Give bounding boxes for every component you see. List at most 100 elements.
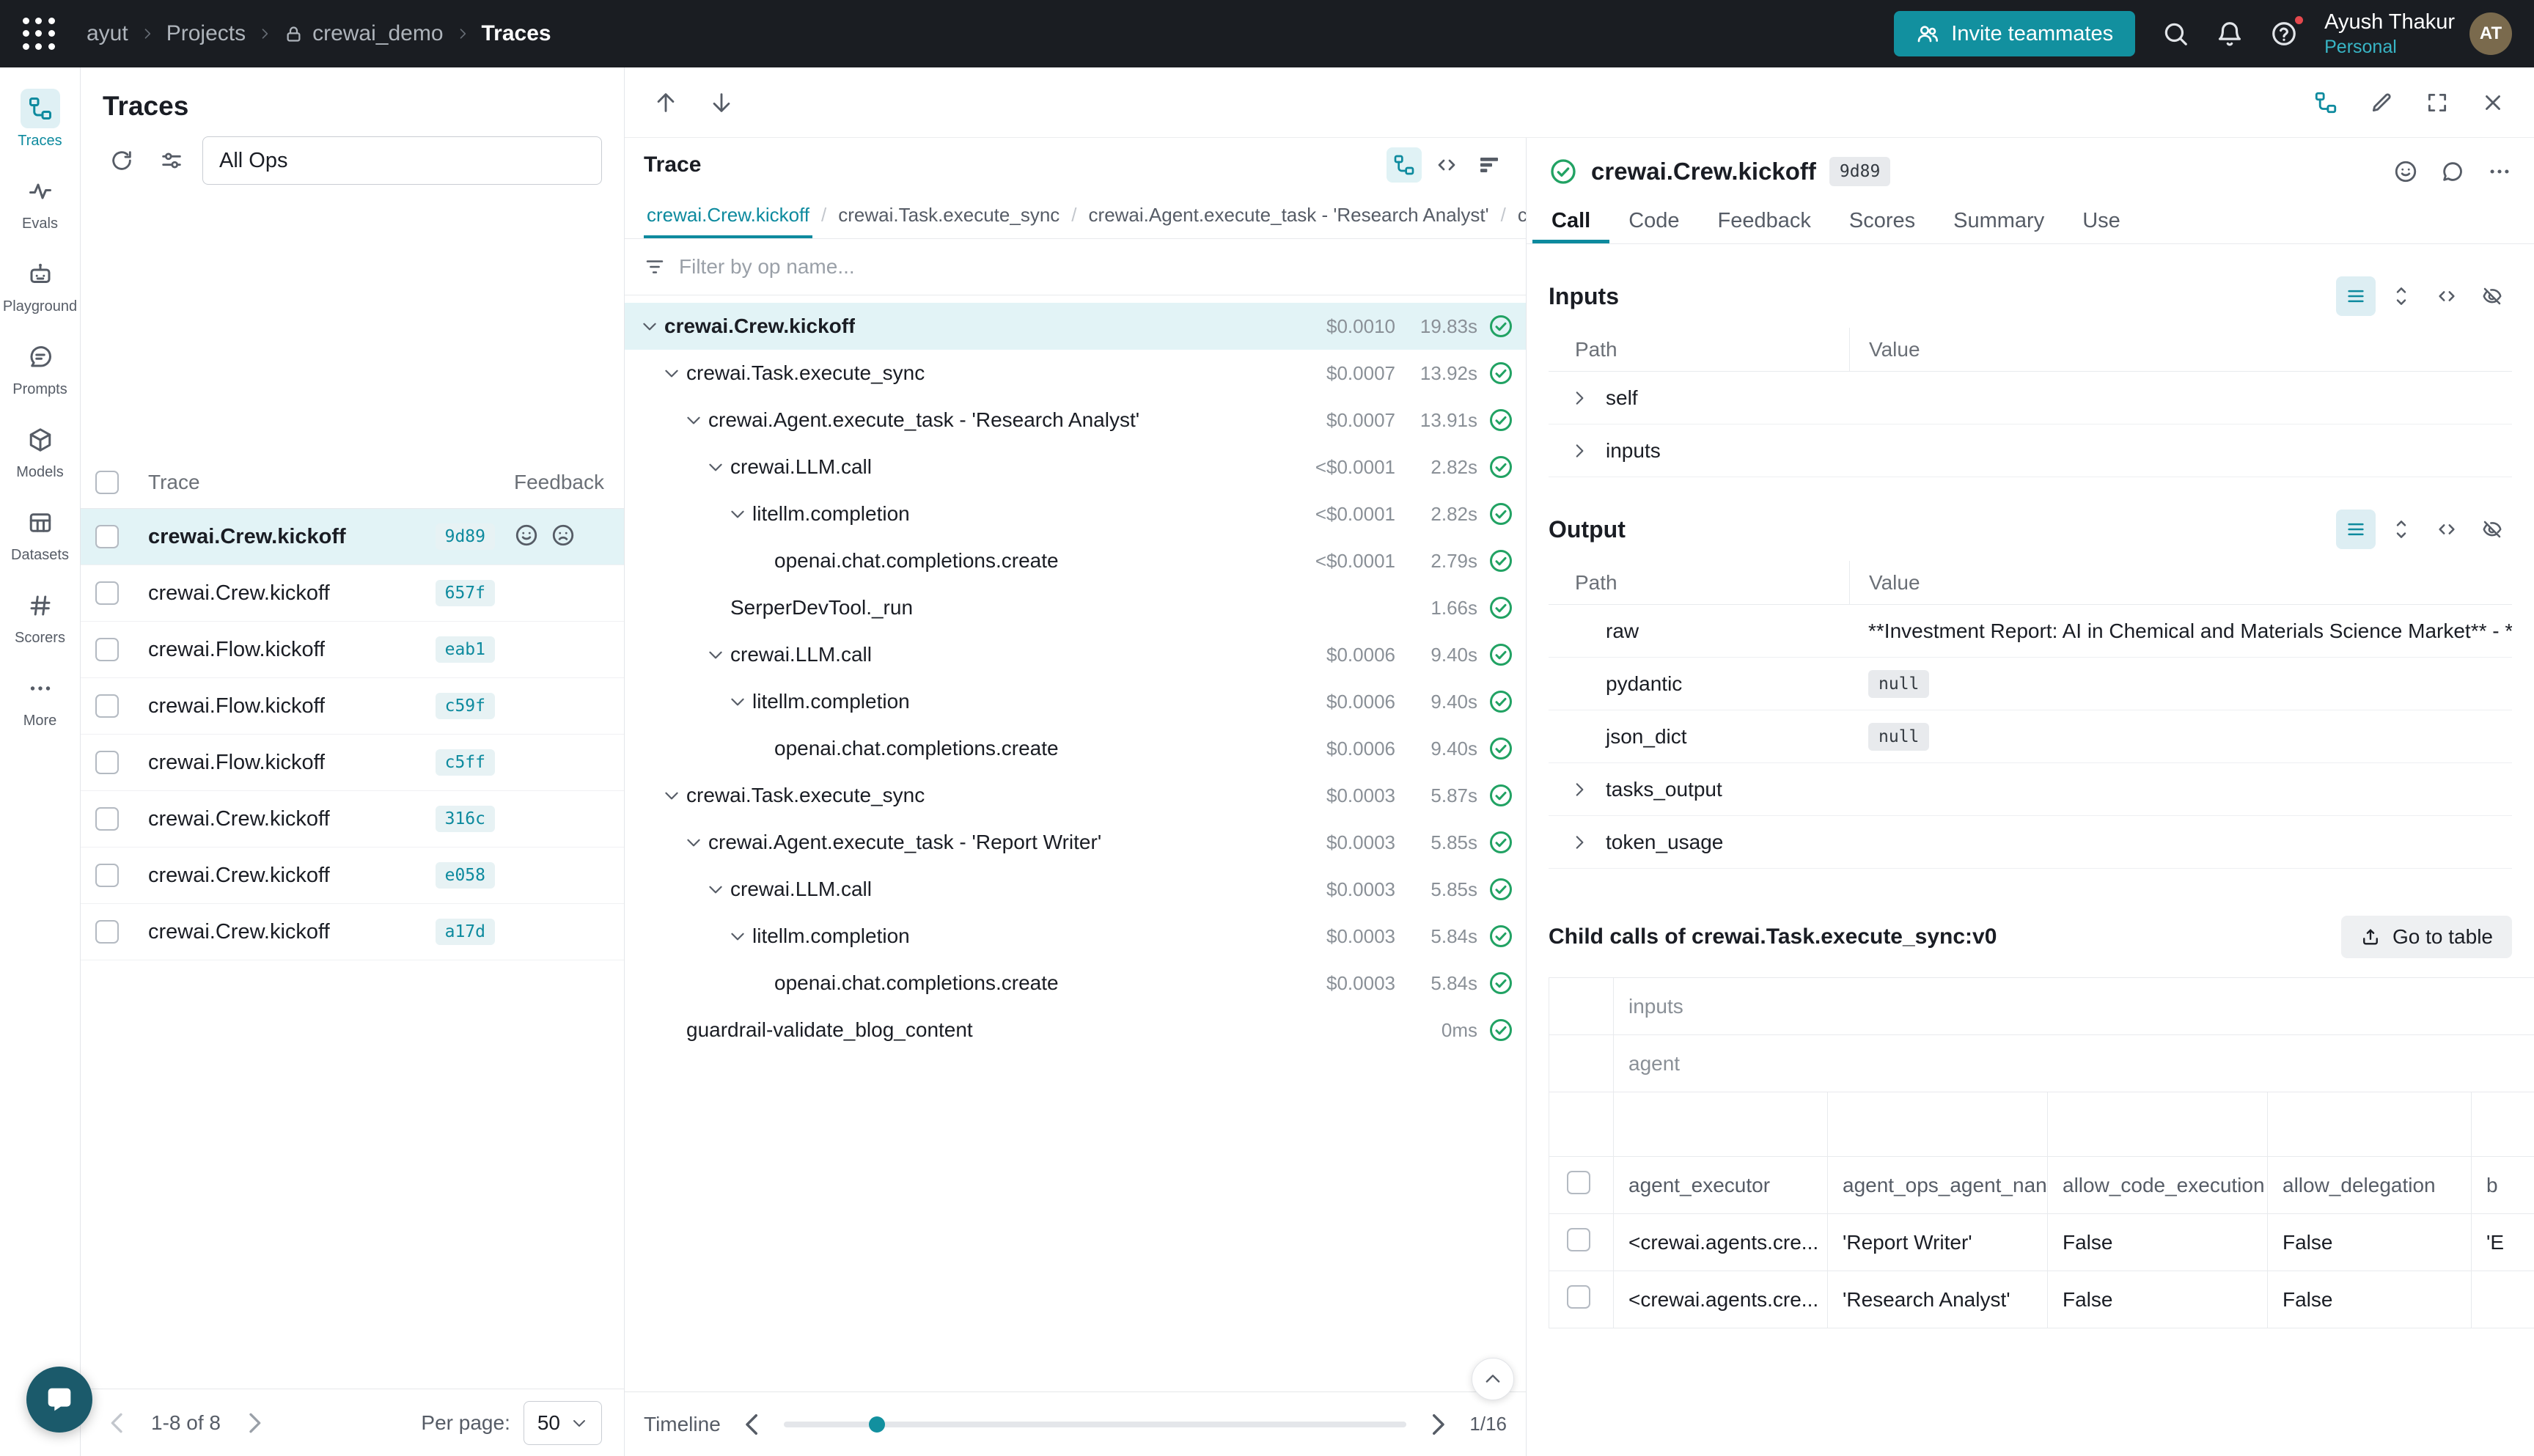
trace-tree-node[interactable]: crewai.Task.execute_sync$0.00035.87s — [625, 772, 1526, 819]
help-button[interactable] — [2270, 20, 2298, 48]
table-row[interactable]: self — [1549, 372, 2512, 424]
trace-tree-node[interactable]: crewai.Agent.execute_task - 'Research An… — [625, 397, 1526, 444]
hide-values-button[interactable] — [2472, 276, 2512, 316]
trace-tree-node[interactable]: crewai.Agent.execute_task - 'Report Writ… — [625, 819, 1526, 866]
trace-name[interactable]: crewai.Crew.kickoff — [148, 807, 330, 831]
prev-page-button[interactable] — [103, 1408, 132, 1438]
trace-tree-node[interactable]: crewai.LLM.call<$0.00012.82s — [625, 444, 1526, 490]
trace-path-tab[interactable]: crewai.Crew.kickoff — [644, 204, 812, 238]
row-checkbox[interactable] — [1567, 1228, 1590, 1251]
row-checkbox[interactable] — [95, 864, 119, 887]
trace-tree-node[interactable]: litellm.completion<$0.00012.82s — [625, 490, 1526, 537]
breadcrumb-item[interactable]: Projects — [166, 21, 246, 46]
collapse-node-button[interactable] — [679, 405, 708, 435]
add-reaction-button[interactable] — [2393, 159, 2418, 184]
collapse-timeline-button[interactable] — [1472, 1358, 1514, 1400]
select-all-checkbox[interactable] — [95, 471, 119, 494]
sidebar-item-scorers[interactable]: Scorers — [0, 575, 80, 658]
tab-code[interactable]: Code — [1609, 198, 1698, 243]
previous-call-button[interactable] — [647, 84, 685, 122]
trace-row[interactable]: crewai.Flow.kickoffc5ff — [81, 735, 624, 791]
collapse-node-button[interactable] — [657, 781, 686, 810]
collapse-node-button[interactable] — [701, 640, 730, 669]
trace-tree-node[interactable]: litellm.completion$0.00069.40s — [625, 678, 1526, 725]
row-checkbox[interactable] — [95, 638, 119, 661]
trace-row[interactable]: crewai.Crew.kickoff657f — [81, 565, 624, 622]
user-menu[interactable]: Ayush Thakur Personal AT — [2324, 9, 2512, 59]
trace-tree-node[interactable]: crewai.Crew.kickoff$0.001019.83s — [625, 303, 1526, 350]
table-row[interactable]: tasks_output — [1549, 763, 2512, 816]
trace-tree-node[interactable]: openai.chat.completions.create$0.00069.4… — [625, 725, 1526, 772]
code-view-button[interactable] — [2427, 276, 2467, 316]
trace-row[interactable]: crewai.Flow.kickoffc59f — [81, 678, 624, 735]
flame-view-button[interactable] — [1472, 147, 1507, 183]
trace-name[interactable]: crewai.Flow.kickoff — [148, 694, 325, 718]
tab-scores[interactable]: Scores — [1830, 198, 1934, 243]
expand-row-button[interactable] — [1563, 826, 1595, 858]
per-page-dropdown[interactable]: 50 — [524, 1401, 602, 1445]
tab-call[interactable]: Call — [1532, 198, 1609, 243]
trace-tree-node[interactable]: crewai.LLM.call$0.00035.85s — [625, 866, 1526, 913]
timeline-slider[interactable] — [784, 1422, 1407, 1427]
row-checkbox[interactable] — [95, 581, 119, 605]
row-checkbox[interactable] — [95, 525, 119, 548]
collapse-node-button[interactable] — [723, 922, 752, 951]
row-checkbox[interactable] — [1567, 1285, 1590, 1309]
trace-row[interactable]: crewai.Crew.kickoff316c — [81, 791, 624, 848]
tab-summary[interactable]: Summary — [1934, 198, 2063, 243]
expand-row-button[interactable] — [1563, 773, 1595, 806]
edit-call-button[interactable] — [2362, 84, 2401, 122]
collapse-node-button[interactable] — [635, 312, 664, 341]
add-comment-button[interactable] — [2440, 159, 2465, 184]
wandb-logo[interactable] — [22, 17, 56, 51]
sidebar-item-evals[interactable]: Evals — [0, 161, 80, 243]
timeline-prev-button[interactable] — [737, 1409, 768, 1440]
sidebar-item-models[interactable]: Models — [0, 409, 80, 492]
refresh-button[interactable] — [103, 141, 141, 180]
close-call-button[interactable] — [2474, 84, 2512, 122]
trace-tree-node[interactable]: crewai.Task.execute_sync$0.000713.92s — [625, 350, 1526, 397]
column-settings-button[interactable] — [153, 141, 191, 180]
trace-tree-node[interactable]: crewai.LLM.call$0.00069.40s — [625, 631, 1526, 678]
notifications-bell-icon[interactable] — [2216, 20, 2244, 48]
collapse-node-button[interactable] — [701, 452, 730, 482]
fullscreen-button[interactable] — [2418, 84, 2456, 122]
ops-filter-dropdown[interactable]: All Ops — [202, 136, 602, 185]
child-call-row[interactable]: <crewai.agents.cre...'Report Writer'Fals… — [1549, 1214, 2534, 1271]
select-all-checkbox[interactable] — [1567, 1171, 1590, 1194]
row-checkbox[interactable] — [95, 920, 119, 944]
trace-name[interactable]: crewai.Flow.kickoff — [148, 751, 325, 775]
sidebar-item-datasets[interactable]: Datasets — [0, 492, 80, 575]
invite-teammates-button[interactable]: Invite teammates — [1894, 11, 2135, 56]
trace-name[interactable]: crewai.Crew.kickoff — [148, 864, 330, 888]
avatar[interactable]: AT — [2469, 12, 2512, 55]
row-checkbox[interactable] — [95, 807, 119, 831]
show-tree-panel-button[interactable] — [2307, 84, 2345, 122]
next-call-button[interactable] — [702, 84, 741, 122]
support-chat-button[interactable] — [26, 1367, 92, 1433]
trace-row[interactable]: crewai.Crew.kickoffe058 — [81, 848, 624, 904]
collapse-node-button[interactable] — [723, 687, 752, 716]
op-name-filter-input[interactable] — [679, 255, 1507, 279]
hide-values-button[interactable] — [2472, 510, 2512, 549]
collapse-node-button[interactable] — [701, 875, 730, 904]
trace-row[interactable]: crewai.Flow.kickoffeab1 — [81, 622, 624, 678]
expand-values-button[interactable] — [2381, 510, 2421, 549]
rows-view-button[interactable] — [2336, 276, 2376, 316]
trace-name[interactable]: crewai.Flow.kickoff — [148, 638, 325, 662]
collapse-node-button[interactable] — [679, 828, 708, 857]
sidebar-item-prompts[interactable]: Prompts — [0, 326, 80, 409]
sidebar-item-traces[interactable]: Traces — [0, 78, 80, 161]
negative-feedback-button[interactable] — [551, 523, 579, 551]
trace-name[interactable]: crewai.Crew.kickoff — [148, 920, 330, 944]
trace-path-tab[interactable]: crewai.Task.execute_sync — [835, 204, 1062, 238]
code-view-button[interactable] — [2427, 510, 2467, 549]
trace-tree-node[interactable]: SerperDevTool._run1.66s — [625, 584, 1526, 631]
trace-row[interactable]: crewai.Crew.kickoff9d89 — [81, 509, 624, 565]
trace-path-tab[interactable]: crewai.LLM.cal — [1515, 204, 1526, 238]
collapse-node-button[interactable] — [723, 499, 752, 529]
breadcrumb-item[interactable]: ayut — [87, 21, 128, 46]
row-checkbox[interactable] — [95, 694, 119, 718]
timeline-slider-handle[interactable] — [869, 1416, 885, 1433]
code-view-button[interactable] — [1429, 147, 1464, 183]
